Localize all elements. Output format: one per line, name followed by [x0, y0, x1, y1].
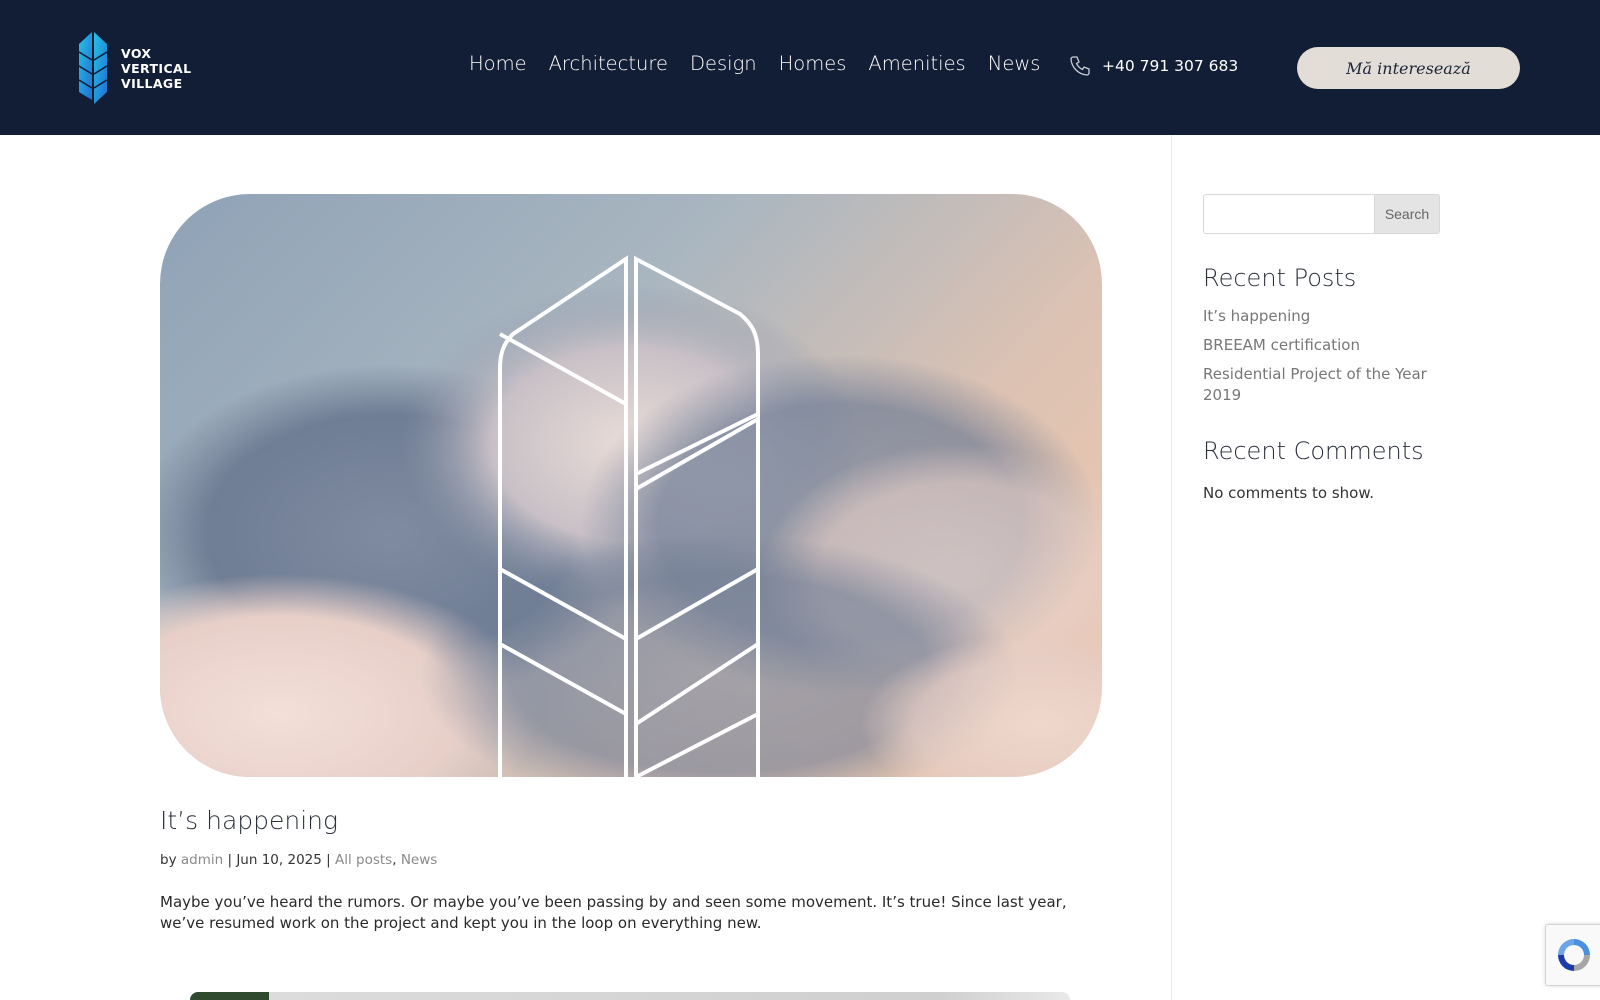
meta-author-link[interactable]: admin — [181, 852, 223, 868]
nav-item-design[interactable]: Design — [690, 52, 757, 75]
nav-item-architecture[interactable]: Architecture — [549, 52, 668, 75]
post-featured-image[interactable] — [160, 194, 1102, 777]
recaptcha-icon — [1558, 939, 1590, 971]
recent-post-link[interactable]: Residential Project of the Year 2019 — [1203, 364, 1443, 406]
logo-wordmark: VOX VERTICAL VILLAGE — [121, 46, 191, 91]
search-form: Search — [1203, 194, 1440, 234]
meta-separator: | — [326, 852, 331, 868]
nav-item-homes[interactable]: Homes — [779, 52, 847, 75]
recent-comments-title: Recent Comments — [1203, 437, 1424, 465]
post-title[interactable]: It’s happening — [160, 806, 338, 835]
post-meta: by admin | Jun 10, 2025 | All posts, New… — [160, 852, 437, 868]
recent-posts-list: It’s happening BREEAM certification Resi… — [1203, 306, 1443, 414]
search-input[interactable] — [1203, 194, 1374, 234]
main-nav: Home Architecture Design Homes Amenities… — [469, 52, 1062, 75]
phone-link[interactable]: +40 791 307 683 — [1068, 54, 1238, 78]
meta-comma: , — [392, 852, 397, 868]
nav-item-news[interactable]: News — [988, 52, 1041, 75]
meta-date: Jun 10, 2025 — [236, 852, 322, 868]
nav-item-amenities[interactable]: Amenities — [868, 52, 965, 75]
meta-category-link[interactable]: News — [401, 852, 437, 868]
site-header: VOX VERTICAL VILLAGE Home Architecture D… — [0, 0, 1600, 135]
meta-by: by — [160, 852, 177, 868]
site-logo[interactable]: VOX VERTICAL VILLAGE — [78, 30, 198, 106]
logo-mark-icon — [78, 32, 108, 104]
nav-item-home[interactable]: Home — [469, 52, 527, 75]
interested-button[interactable]: Mă interesează — [1297, 47, 1520, 89]
post-excerpt: Maybe you’ve heard the rumors. Or maybe … — [160, 893, 1067, 932]
recent-post-link[interactable]: BREEAM certification — [1203, 335, 1443, 356]
next-post-image[interactable] — [190, 992, 1070, 1000]
meta-separator: | — [227, 852, 233, 868]
logo-line: VILLAGE — [121, 75, 183, 91]
logo-line: VOX — [121, 45, 152, 61]
recaptcha-badge[interactable] — [1545, 924, 1600, 986]
sidebar-divider — [1171, 135, 1172, 1000]
search-button[interactable]: Search — [1374, 194, 1440, 234]
recent-posts-title: Recent Posts — [1203, 264, 1357, 292]
phone-icon — [1070, 56, 1090, 76]
logo-line: VERTICAL — [121, 60, 192, 76]
phone-number: +40 791 307 683 — [1102, 57, 1239, 75]
meta-category-link[interactable]: All posts — [335, 852, 392, 868]
recent-post-link[interactable]: It’s happening — [1203, 306, 1443, 327]
no-comments-text: No comments to show. — [1203, 484, 1374, 502]
featured-image-art — [160, 194, 1102, 777]
